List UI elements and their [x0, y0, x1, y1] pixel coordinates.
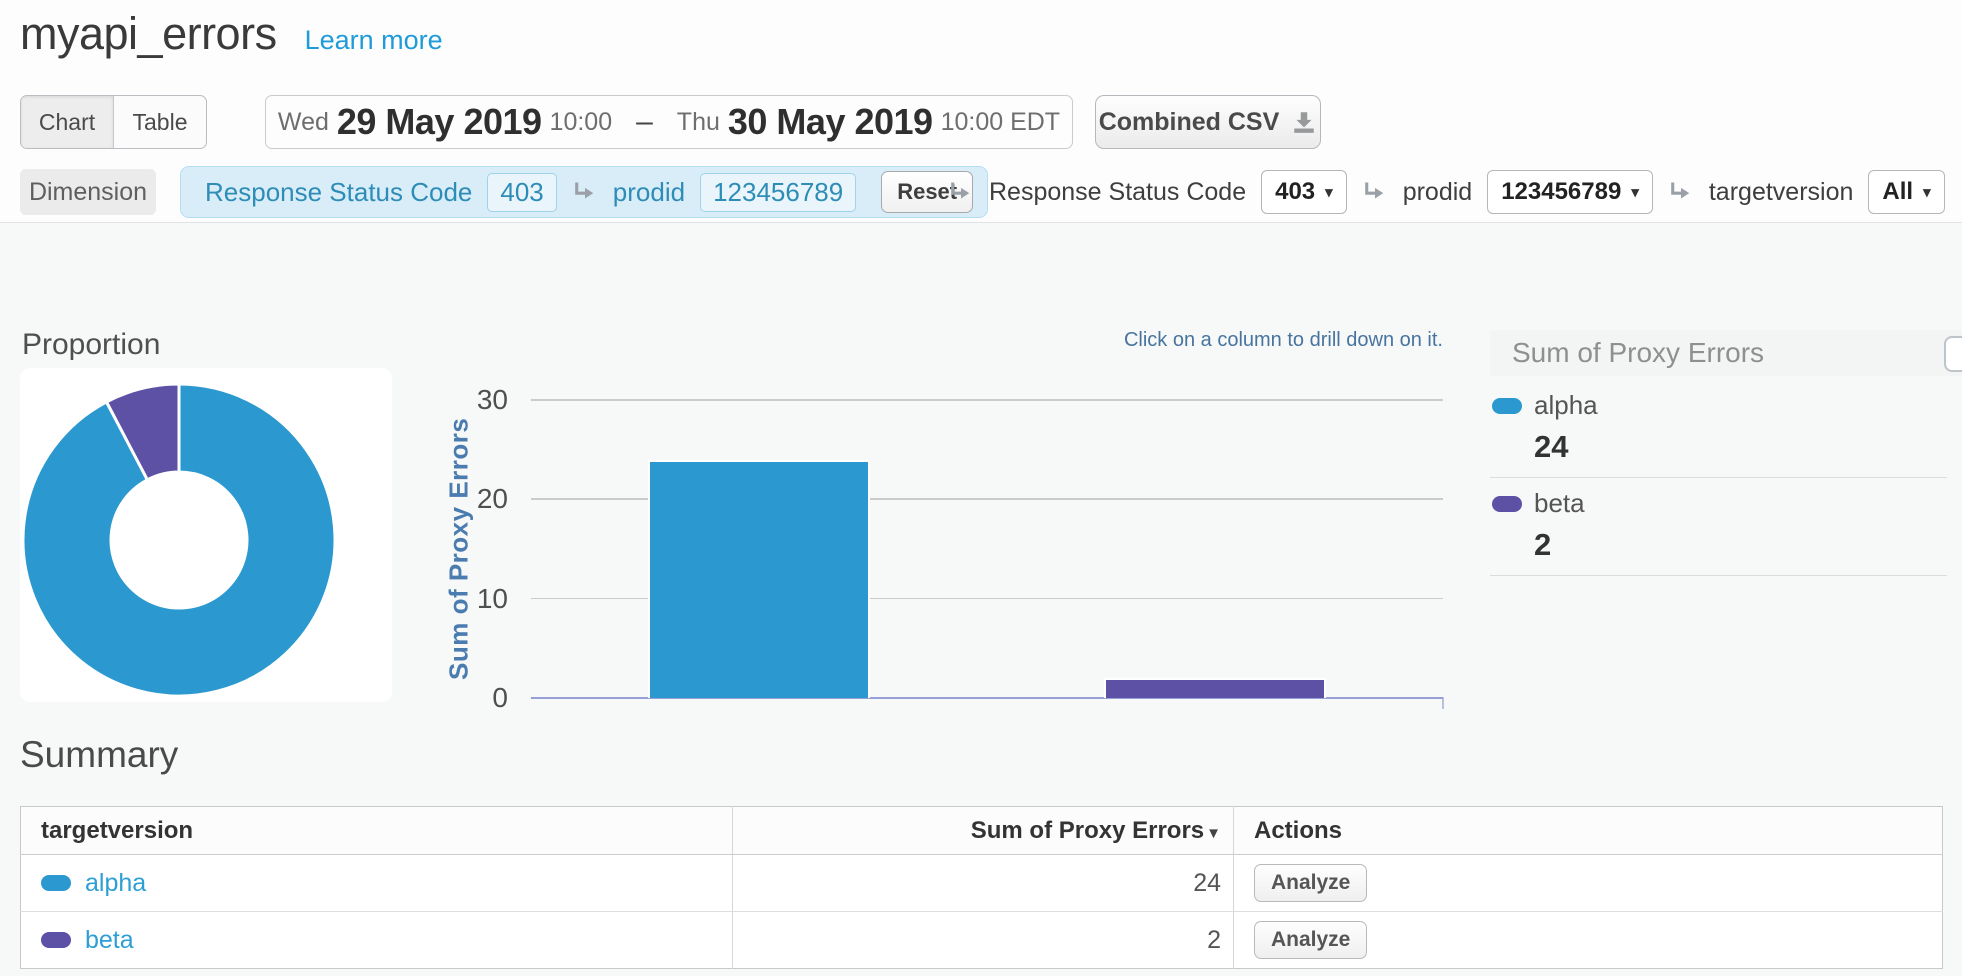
legend-header: Sum of Proxy Errors	[1490, 330, 1962, 376]
combined-csv-button[interactable]: Combined CSV	[1095, 95, 1321, 149]
start-time: 10:00	[550, 108, 613, 137]
legend-label: alpha	[1534, 390, 1598, 421]
analyze-button-beta[interactable]: Analyze	[1254, 921, 1367, 959]
dropdown-label: Response Status Code	[989, 178, 1246, 207]
combined-csv-label: Combined CSV	[1099, 108, 1280, 137]
row-value: 2	[733, 912, 1234, 969]
crumb-value[interactable]: 403	[487, 173, 556, 212]
analyze-button-alpha[interactable]: Analyze	[1254, 864, 1367, 902]
caret-down-icon: ▾	[1325, 183, 1333, 201]
legend-label: beta	[1534, 488, 1585, 519]
dimension-label: Dimension	[20, 169, 156, 215]
dropdown-label: prodid	[1403, 178, 1473, 207]
caret-down-icon: ▾	[1923, 183, 1931, 201]
legend-collapse-button[interactable]	[1944, 336, 1962, 372]
download-icon	[1291, 109, 1317, 135]
drilldown-breadcrumb: Response Status Code 403 prodid 12345678…	[180, 166, 988, 218]
title-row: myapi_errors Learn more	[20, 8, 443, 60]
drilldown-arrow-icon	[572, 179, 598, 205]
start-date: 29 May 2019	[337, 101, 542, 143]
column-header-targetversion[interactable]: targetversion	[21, 807, 733, 855]
bar-alpha[interactable]	[648, 460, 870, 698]
crumb-value[interactable]: 123456789	[700, 173, 856, 212]
summary-table: targetversion Sum of Proxy Errors▼ Actio…	[20, 806, 1943, 969]
header-band: myapi_errors Learn more Chart Table Wed …	[0, 0, 1962, 223]
table-header-row: targetversion Sum of Proxy Errors▼ Actio…	[21, 807, 1943, 855]
y-ticks: 0102030	[428, 400, 516, 698]
bar-beta[interactable]	[1104, 678, 1326, 698]
row-swatch-beta	[41, 932, 71, 948]
bar-plot	[531, 400, 1443, 698]
date-range-picker[interactable]: Wed 29 May 2019 10:00 – Thu 30 May 2019 …	[265, 95, 1073, 149]
page-title: myapi_errors	[20, 8, 277, 60]
dropdown-value: 123456789	[1501, 178, 1621, 206]
dropdown-value: 403	[1275, 178, 1315, 206]
response-status-code-dropdown[interactable]: 403 ▾	[1261, 170, 1347, 214]
legend-swatch-alpha	[1492, 398, 1522, 414]
legend-value: 24	[1534, 429, 1947, 465]
row-link-alpha[interactable]: alpha	[85, 869, 146, 898]
legend-swatch-beta	[1492, 496, 1522, 512]
legend-title: Sum of Proxy Errors	[1512, 337, 1764, 369]
row-link-beta[interactable]: beta	[85, 926, 134, 955]
date-range-separator: –	[636, 105, 653, 139]
caret-down-icon: ▾	[1631, 183, 1639, 201]
end-day: Thu	[677, 108, 720, 137]
proportion-donut	[21, 382, 341, 702]
drilldown-hint: Click on a column to drill down on it.	[1000, 329, 1443, 352]
y-tick-label: 30	[428, 384, 508, 416]
column-header-sum-of-proxy-errors[interactable]: Sum of Proxy Errors▼	[733, 807, 1234, 855]
legend: alpha 24 beta 2	[1490, 380, 1947, 576]
table-row: alpha 24 Analyze	[21, 855, 1943, 912]
dropdown-label: targetversion	[1709, 178, 1854, 207]
row-swatch-alpha	[41, 875, 71, 891]
toggle-table-button[interactable]: Table	[113, 96, 206, 148]
crumb-name: Response Status Code	[205, 177, 472, 208]
dimension-dropdowns: Response Status Code 403 ▾ prodid 123456…	[948, 166, 1945, 218]
proportion-donut-panel	[20, 368, 392, 702]
drilldown-arrow-icon	[1362, 179, 1388, 205]
end-time: 10:00 EDT	[941, 108, 1061, 137]
column-header-actions: Actions	[1234, 807, 1943, 855]
table-row: beta 2 Analyze	[21, 912, 1943, 969]
chart-table-toggle: Chart Table	[20, 95, 207, 149]
targetversion-dropdown[interactable]: All ▾	[1868, 170, 1944, 214]
legend-item-alpha[interactable]: alpha 24	[1490, 380, 1947, 478]
crumb-name: prodid	[613, 177, 685, 208]
proportion-chart-title: Proportion	[22, 328, 160, 362]
toggle-chart-button[interactable]: Chart	[21, 96, 113, 148]
legend-value: 2	[1534, 527, 1947, 563]
sort-desc-icon: ▼	[1206, 825, 1221, 842]
end-date: 30 May 2019	[728, 101, 933, 143]
row-value: 24	[733, 855, 1234, 912]
start-day: Wed	[278, 108, 329, 137]
dropdown-value: All	[1882, 178, 1913, 206]
summary-title: Summary	[20, 734, 178, 776]
prodid-dropdown[interactable]: 123456789 ▾	[1487, 170, 1653, 214]
legend-item-beta[interactable]: beta 2	[1490, 478, 1947, 576]
learn-more-link[interactable]: Learn more	[305, 25, 443, 56]
y-tick-label: 0	[428, 682, 508, 714]
grid-line	[531, 399, 1443, 401]
y-tick-label: 20	[428, 483, 508, 515]
column-header-label: Sum of Proxy Errors	[971, 817, 1204, 844]
y-tick-label: 10	[428, 583, 508, 615]
drilldown-arrow-icon	[948, 179, 974, 205]
analytics-dashboard: myapi_errors Learn more Chart Table Wed …	[0, 0, 1962, 976]
drilldown-arrow-icon	[1668, 179, 1694, 205]
